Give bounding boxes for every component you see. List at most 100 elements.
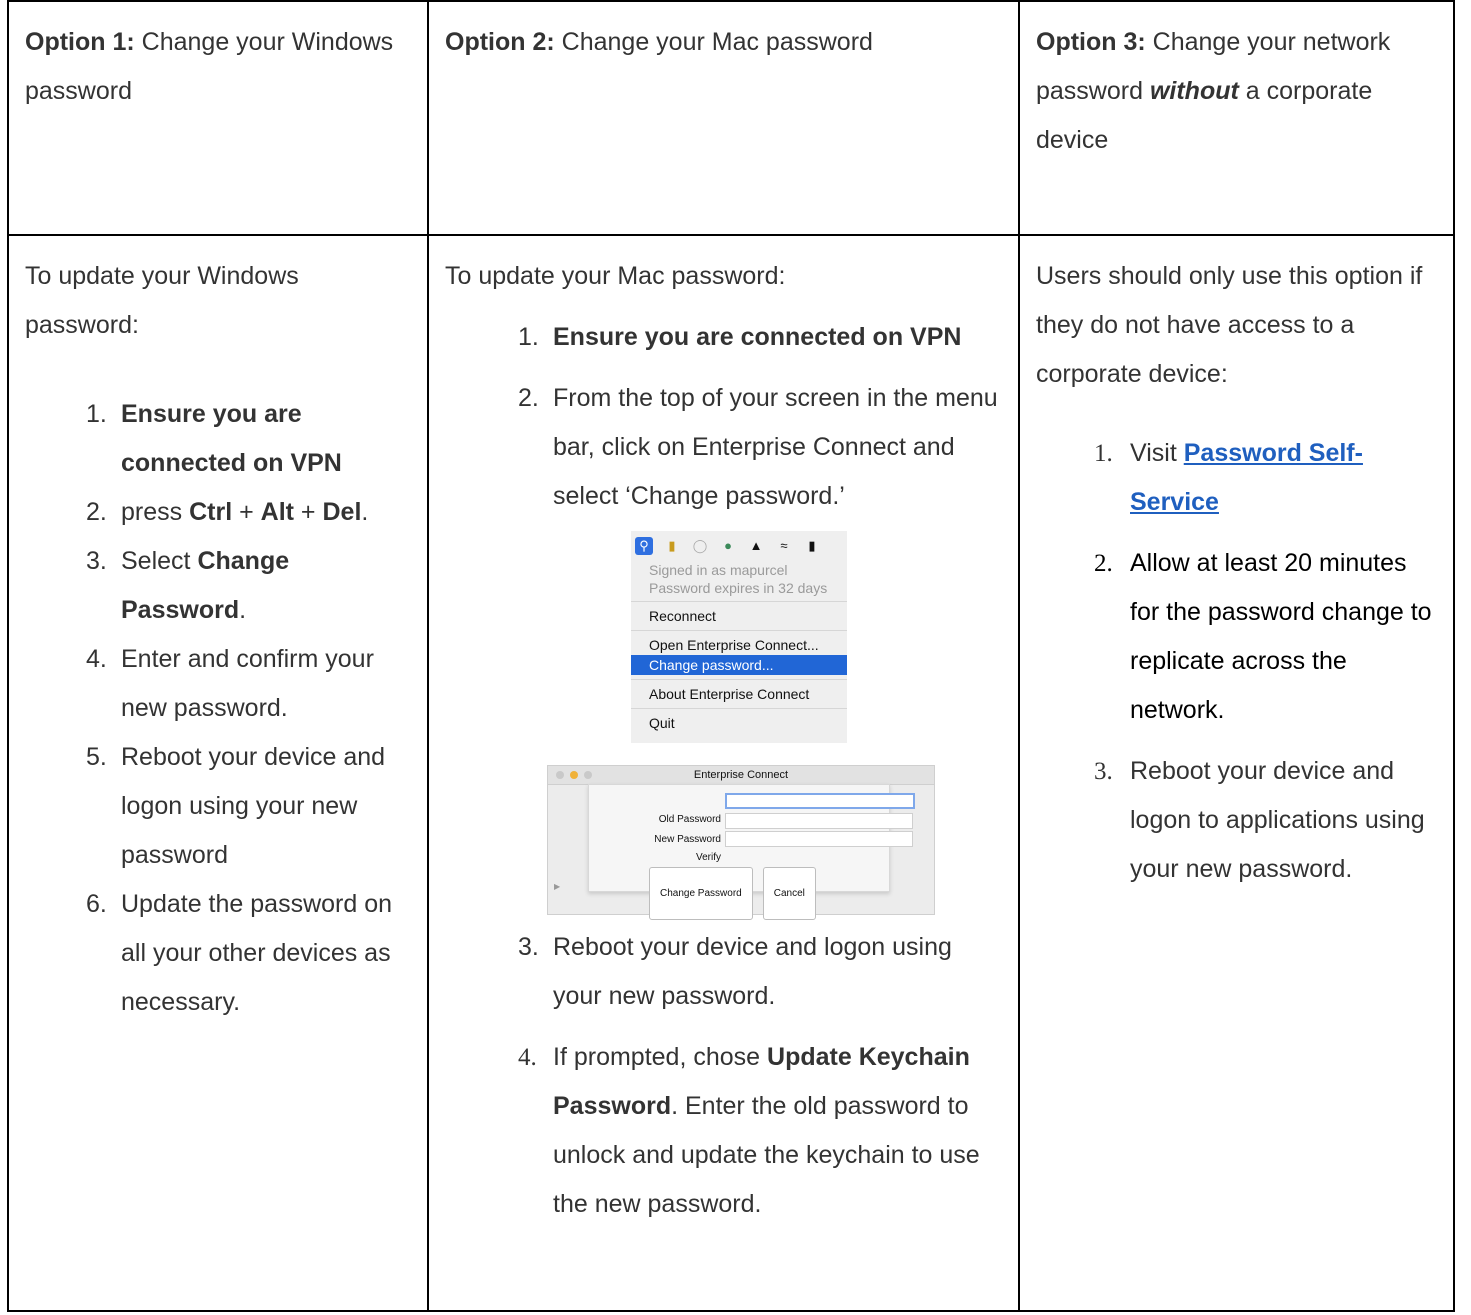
step-number: 5. <box>86 743 107 771</box>
mac-intro: To update your Mac password: <box>445 262 786 290</box>
step-number: 1. <box>518 323 539 351</box>
option2-title: Change your Mac password <box>554 28 873 56</box>
verify-field <box>725 831 913 847</box>
step-text: Update the password on all your other de… <box>121 890 393 1016</box>
step-text: From the top of your screen in the menu … <box>553 384 998 510</box>
step-text: Reboot your device and logon to applicat… <box>1130 757 1425 883</box>
step-number: 2. <box>1094 550 1113 577</box>
shield-icon: ▮ <box>668 538 676 553</box>
menu-item-quit: Quit <box>649 715 675 731</box>
option1-label: Option 1: <box>25 28 135 56</box>
step-text: Reboot your device and logon using your … <box>121 743 386 869</box>
menu-separator <box>631 601 847 602</box>
change-password-dialog-screenshot: Enterprise Connect Old Password New Pass… <box>547 765 935 920</box>
list-item: 3. Select Change Password. <box>25 537 415 635</box>
period: . <box>239 596 247 624</box>
list-item: 1. Ensure you are connected on VPN <box>25 390 415 488</box>
dialog-buttons: Change Password Cancel <box>649 867 816 920</box>
enterprise-connect-icon: ⚲ <box>635 537 653 555</box>
list-item: 4. Enter and confirm your new password. <box>25 635 415 733</box>
new-password-row: New Password <box>589 813 913 845</box>
step-text: Reboot your device and logon using your … <box>553 933 952 1010</box>
plus-sign: + <box>293 498 323 526</box>
step-number: 2. <box>518 384 539 412</box>
dialog-title-bar: Enterprise Connect <box>548 766 934 785</box>
list-item: 2. From the top of your screen in the me… <box>445 374 1006 920</box>
period: . <box>361 498 369 526</box>
step-number: 4. <box>86 645 107 673</box>
cancel-button: Cancel <box>762 867 816 920</box>
options-table: Option 1: Change your Windows password O… <box>7 0 1455 1312</box>
step-number: 3. <box>1094 758 1113 785</box>
old-password-row: Old Password <box>589 793 915 825</box>
network-steps-list: 1. Visit Password Self-Service 2. Allow … <box>1036 429 1441 894</box>
windows-intro: To update your Windows password: <box>25 262 299 339</box>
option2-label: Option 2: <box>445 28 555 56</box>
step-text: If prompted, chose <box>553 1043 768 1071</box>
step-number: 1. <box>86 400 107 428</box>
menu-separator <box>631 630 847 631</box>
step-number: 3. <box>518 933 539 961</box>
step-text: Ensure you are connected on VPN <box>553 323 962 351</box>
key-alt: Alt <box>260 498 294 526</box>
window-controls <box>556 771 592 779</box>
list-item: 1. Visit Password Self-Service <box>1036 429 1441 527</box>
list-item: 3. Reboot your device and logon using yo… <box>445 923 1006 1021</box>
mac-steps-cell: To update your Mac password: 1. Ensure y… <box>427 234 1020 1312</box>
windows-steps-cell: To update your Windows password: 1. Ensu… <box>7 234 429 1312</box>
step-text: press <box>121 498 190 526</box>
mac-steps-list: 1. Ensure you are connected on VPN 2. Fr… <box>445 313 1006 1229</box>
disclosure-triangle-icon: ▶ <box>554 882 561 891</box>
battery-icon: ▮ <box>808 538 816 553</box>
password-expiry-info: Password expires in 32 days <box>649 580 828 596</box>
menu-item-about: About Enterprise Connect <box>649 686 810 702</box>
minimize-dot-icon <box>570 771 578 779</box>
list-item: 5. Reboot your device and logon using yo… <box>25 733 415 880</box>
new-password-field <box>725 813 913 829</box>
signed-in-info: Signed in as mapurcel <box>649 562 788 578</box>
option3-header-cell: Option 3: Change your network password w… <box>1018 0 1455 236</box>
time-machine-icon: ◯ <box>692 538 708 553</box>
dialog-title: Enterprise Connect <box>693 769 789 781</box>
key-ctrl: Ctrl <box>189 498 233 526</box>
windows-steps-list: 1. Ensure you are connected on VPN 2. pr… <box>25 390 415 1027</box>
dialog-sheet: Old Password New Password Verify Change … <box>588 784 915 920</box>
zoom-dot-icon <box>584 771 592 779</box>
list-item: 2. press Ctrl + Alt + Del. <box>25 488 415 537</box>
step-number: 3. <box>86 547 107 575</box>
step-number: 1. <box>1094 440 1113 467</box>
enterprise-connect-menu-screenshot: ⚲ ▮ ◯ ● ▲ ≈ ▮ Signed in as mapurcel Pass… <box>631 531 847 743</box>
list-item: 3. Reboot your device and logon to appli… <box>1036 747 1441 894</box>
verify-row: Verify <box>589 831 913 863</box>
plus-sign: + <box>232 498 261 526</box>
globe-icon: ● <box>724 538 732 553</box>
step-number: 2. <box>86 498 107 526</box>
menu-separator <box>631 679 847 680</box>
step-text: Allow at least 20 minutes for the passwo… <box>1130 549 1432 724</box>
key-del: Del <box>322 498 362 526</box>
step-number: 6. <box>86 890 107 918</box>
lock-icon: ▲ <box>749 538 763 553</box>
option2-header-cell: Option 2: Change your Mac password <box>427 0 1020 236</box>
menu-item-reconnect: Reconnect <box>649 608 716 624</box>
option1-header-cell: Option 1: Change your Windows password <box>7 0 429 236</box>
step-number: 4. <box>518 1044 537 1071</box>
step-text: Visit <box>1130 439 1184 467</box>
list-item: 6. Update the password on all your other… <box>25 880 415 1027</box>
list-item: 2. Allow at least 20 minutes for the pas… <box>1036 539 1441 735</box>
change-password-button: Change Password <box>649 867 753 920</box>
network-intro: Users should only use this option if the… <box>1036 262 1423 388</box>
menu-item-change-password: Change password... <box>631 655 847 675</box>
step-text: Select <box>121 547 198 575</box>
menu-separator <box>631 708 847 709</box>
network-steps-cell: Users should only use this option if the… <box>1018 234 1455 1312</box>
old-password-field <box>725 793 915 809</box>
option3-emphasis: without <box>1149 77 1239 105</box>
menu-bar: ⚲ ▮ ◯ ● ▲ ≈ ▮ <box>631 531 847 561</box>
step-text: Enter and confirm your new password. <box>121 645 374 722</box>
wifi-icon: ≈ <box>780 538 788 553</box>
list-item: 4. If prompted, chose Update Keychain Pa… <box>445 1033 1006 1229</box>
option3-label: Option 3: <box>1036 28 1146 56</box>
list-item: 1. Ensure you are connected on VPN <box>445 313 1006 362</box>
close-dot-icon <box>556 771 564 779</box>
